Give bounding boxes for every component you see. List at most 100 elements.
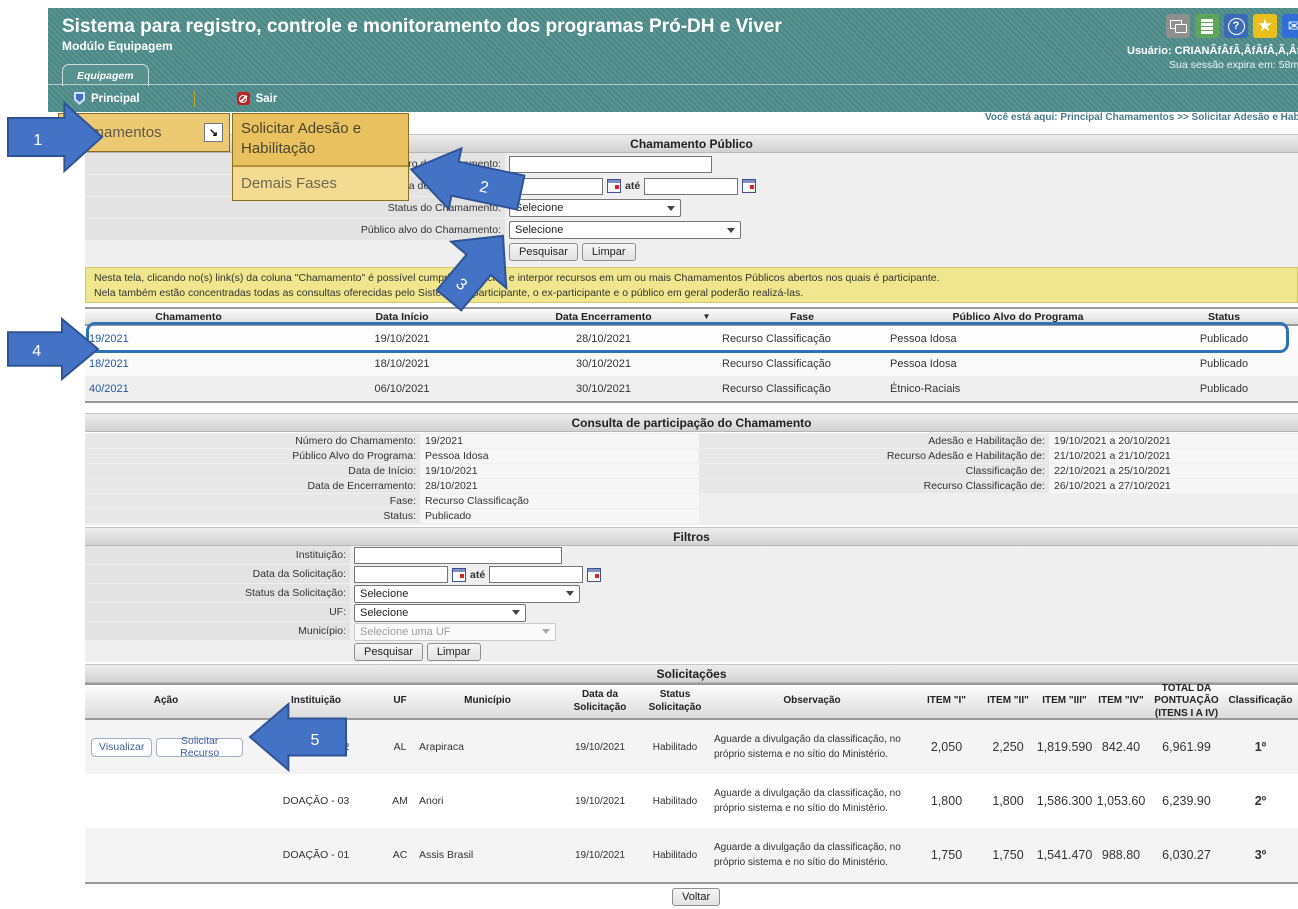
table-row: DOAÇÃO - 01ACAssis Brasil19/10/2021Habil… (85, 828, 1298, 884)
visualizar-button[interactable]: Visualizar (91, 738, 152, 757)
table-cell: 6,030.27 (1150, 828, 1223, 882)
table-row: 18/202118/10/202130/10/2021Recurso Class… (85, 351, 1298, 376)
chevron-down-icon (667, 206, 675, 211)
data-solicitacao-ate-input[interactable] (489, 566, 583, 583)
table-cell: 18/10/2021 (292, 351, 512, 376)
numero-chamamento-input[interactable] (509, 156, 712, 173)
column-header: Status Solicitação (640, 685, 710, 718)
table-cell: 842.40 (1092, 720, 1150, 774)
status-solicitacao-select[interactable]: Selecione (354, 585, 580, 603)
tab-equipagem[interactable]: Equipagem (62, 64, 149, 86)
table-cell: AC (385, 828, 415, 882)
action-cell (85, 828, 247, 882)
filtros-limpar-button[interactable]: Limpar (427, 643, 481, 661)
chevron-down-icon (727, 228, 735, 233)
detail-row: Classificação de:22/10/2021 a 25/10/2021 (699, 464, 1298, 478)
column-header: UF (385, 685, 415, 718)
detail-row: Número do Chamamento:19/2021 (85, 434, 699, 448)
menu-sair-label: Sair (256, 93, 278, 105)
annotation-arrow-4: 4 (8, 319, 98, 379)
star-icon[interactable]: ★ (1253, 14, 1277, 38)
table-cell: 19/10/2021 (560, 720, 640, 774)
table-cell: 3º (1223, 828, 1298, 882)
table-cell: 1,586.300 (1037, 774, 1092, 828)
annotation-arrow-1: 1 (8, 103, 102, 171)
ate-label: até (625, 180, 640, 192)
filtros-form: Instituição: Data da Solicitação: até St… (85, 546, 1298, 662)
notice-line2: Nela também estão concentradas todas as … (94, 286, 1289, 301)
uf-select[interactable]: Selecione (354, 604, 526, 622)
table-cell: 2,050 (914, 720, 979, 774)
data-solicitacao-de-input[interactable] (354, 566, 448, 583)
solicitar-recurso-button[interactable]: Solicitar Recurso (156, 738, 243, 757)
action-cell: VisualizarSolicitar Recurso (85, 720, 247, 774)
submenu-item-solicitar-adesao[interactable]: Solicitar Adesão e Habilitação (233, 114, 408, 167)
session-expiry-label: Sua sessão expira em: 58m (1169, 59, 1298, 71)
table-cell: Pessoa Idosa (886, 351, 1150, 376)
header-icons: ?★✉ (1166, 14, 1298, 38)
table-cell: 6,961.99 (1150, 720, 1223, 774)
data-encerramento-ate-input[interactable] (644, 178, 738, 195)
calendar-icon[interactable] (742, 179, 756, 193)
submenu-item-demais-fases[interactable]: Demais Fases (233, 167, 408, 200)
table-cell: DOAÇÃO - 03 (247, 774, 385, 828)
detail-value: 28/10/2021 (420, 479, 699, 493)
column-header: Data da Solicitação (560, 685, 640, 718)
calendar-icon[interactable] (587, 568, 601, 582)
mail-icon[interactable]: ✉ (1282, 14, 1298, 38)
section-title-solicitacoes: Solicitações (85, 664, 1298, 683)
status-chamamento-select[interactable]: Selecione (509, 199, 681, 217)
instituicao-input[interactable] (354, 547, 562, 564)
table-cell: 2º (1223, 774, 1298, 828)
filtros-pesquisar-button[interactable]: Pesquisar (354, 643, 423, 661)
table-cell: Habilitado (640, 720, 710, 774)
column-header: Ação (85, 685, 247, 718)
data-solicitacao-label: Data da Solicitação: (85, 565, 350, 583)
voltar-button[interactable]: Voltar (672, 888, 720, 906)
windows-icon[interactable] (1166, 14, 1190, 38)
row-highlight-annotation (86, 322, 1289, 353)
table-cell: 1º (1223, 720, 1298, 774)
column-header: Observação (710, 685, 914, 718)
page: Sistema para registro, controle e monito… (0, 0, 1298, 909)
table-cell: 1,053.60 (1092, 774, 1150, 828)
chamamento-link[interactable]: 18/2021 (85, 351, 292, 376)
app-subtitle: Modúlo Equipagem (62, 39, 173, 53)
status-solicitacao-label: Status da Solicitação: (85, 584, 350, 602)
table-cell: 1,800 (979, 774, 1037, 828)
book-icon[interactable] (1195, 14, 1219, 38)
table-cell (695, 376, 718, 401)
column-header: ITEM "III" (1037, 685, 1092, 718)
app-title: Sistema para registro, controle e monito… (62, 16, 782, 38)
detail-label: Fase: (85, 494, 420, 508)
info-notice: Nesta tela, clicando no(s) link(s) da co… (85, 267, 1298, 303)
limpar-button[interactable]: Limpar (582, 243, 636, 261)
detail-label: Adesão e Habilitação de: (699, 434, 1049, 448)
chamamentos-submenu: Solicitar Adesão e Habilitação Demais Fa… (232, 113, 409, 201)
notice-line1: Nesta tela, clicando no(s) link(s) da co… (94, 271, 1289, 286)
table-cell: Publicado (1150, 376, 1298, 401)
menu-item-sair[interactable]: Sair (223, 92, 292, 105)
consulta-left-column: Número do Chamamento:19/2021Público Alvo… (85, 434, 699, 524)
publico-alvo-select[interactable]: Selecione (509, 221, 741, 239)
calendar-icon[interactable] (452, 568, 466, 582)
submenu-arrow-icon: ↘ (204, 123, 223, 142)
detail-label: Classificação de: (699, 464, 1049, 478)
calendar-icon[interactable] (607, 179, 621, 193)
detail-label: Número do Chamamento: (85, 434, 420, 448)
table-cell: 30/10/2021 (512, 376, 695, 401)
app-header: Sistema para registro, controle e monito… (48, 8, 1298, 112)
detail-value: 19/10/2021 a 20/10/2021 (1049, 434, 1298, 448)
ate-label: até (470, 569, 485, 581)
table-row: DOAÇÃO - 03AMAnori19/10/2021HabilitadoAg… (85, 774, 1298, 828)
detail-row: Status:Publicado (85, 509, 699, 523)
table-cell: 1,750 (979, 828, 1037, 882)
detail-value: 19/10/2021 (420, 464, 699, 478)
consulta-panel: Número do Chamamento:19/2021Público Alvo… (85, 433, 1298, 525)
table-cell: 30/10/2021 (512, 351, 695, 376)
instituicao-label: Instituição: (85, 546, 350, 564)
help-icon[interactable]: ? (1224, 14, 1248, 38)
chevron-down-icon (512, 610, 520, 615)
table-cell: Habilitado (640, 774, 710, 828)
chamamento-link[interactable]: 40/2021 (85, 376, 292, 401)
